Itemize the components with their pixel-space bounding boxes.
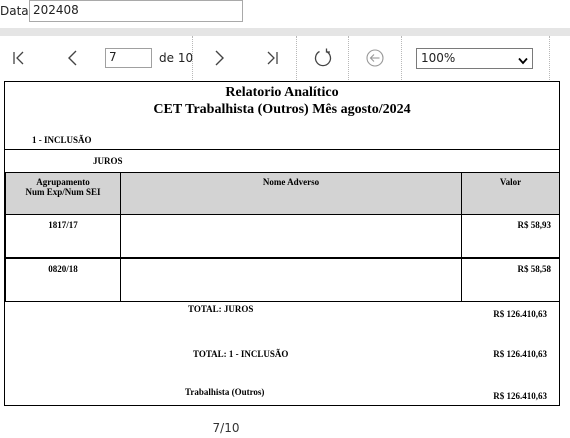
column-header-agrupamento-line2: Num Exp/Num SEI xyxy=(25,187,101,197)
zoom-value: 100% xyxy=(421,51,456,65)
current-page-input[interactable]: 7 xyxy=(105,48,152,68)
column-header-valor: Valor xyxy=(461,172,560,215)
report-toolbar: 7 de 10 100% xyxy=(0,36,570,80)
report-title: Relatorio Analítico xyxy=(225,85,339,100)
table-row-id: 0820/18 xyxy=(5,258,121,302)
back-to-parent-icon[interactable] xyxy=(363,46,387,70)
total-value: R$ 126.410,63 xyxy=(493,391,547,401)
table-row-valor: R$ 58,58 xyxy=(461,258,560,302)
group-heading: JUROS xyxy=(93,156,123,166)
column-header-agrupamento: Agrupamento Num Exp/Num SEI xyxy=(5,172,121,215)
total-label: Trabalhista (Outros) xyxy=(185,387,265,397)
toolbar-separator xyxy=(348,36,349,80)
table-row-nome xyxy=(120,258,462,302)
first-page-icon[interactable] xyxy=(7,46,31,70)
refresh-icon[interactable] xyxy=(311,46,335,70)
date-parameter-input[interactable]: 202408 xyxy=(29,0,243,22)
total-value: R$ 126.410,63 xyxy=(493,309,547,319)
last-page-icon[interactable] xyxy=(260,46,284,70)
zoom-select[interactable]: 100% xyxy=(416,48,533,69)
table-row-id: 1817/17 xyxy=(5,214,121,258)
parameter-bar: Data: 202408 xyxy=(0,0,570,28)
toolbar-separator xyxy=(549,36,550,80)
page-count-label: de 10 xyxy=(159,51,194,65)
section-heading: 1 - INCLUSÃO xyxy=(32,135,92,145)
total-label: TOTAL: 1 - INCLUSÃO xyxy=(193,349,289,359)
toolbar-separator xyxy=(296,36,297,80)
page-indicator: 7/10 xyxy=(212,421,240,435)
chevron-down-icon xyxy=(518,54,528,68)
date-parameter-label: Data: xyxy=(0,4,33,18)
toolbar-separator xyxy=(401,36,402,80)
next-page-icon[interactable] xyxy=(207,46,231,70)
column-header-nome-adverso: Nome Adverso xyxy=(120,172,462,215)
report-subtitle: CET Trabalhista (Outros) Mês agosto/2024 xyxy=(153,102,411,117)
total-value: R$ 126.410,63 xyxy=(493,349,547,359)
toolbar-separator xyxy=(192,36,193,80)
column-header-agrupamento-line1: Agrupamento xyxy=(36,177,90,187)
parameter-divider xyxy=(0,28,570,36)
section-divider xyxy=(5,149,559,150)
table-row-valor: R$ 58,93 xyxy=(461,214,560,258)
total-label: TOTAL: JUROS xyxy=(188,304,254,314)
table-row-nome xyxy=(120,214,462,258)
previous-page-icon[interactable] xyxy=(61,46,85,70)
report-page: Relatorio Analítico CET Trabalhista (Out… xyxy=(4,81,560,406)
